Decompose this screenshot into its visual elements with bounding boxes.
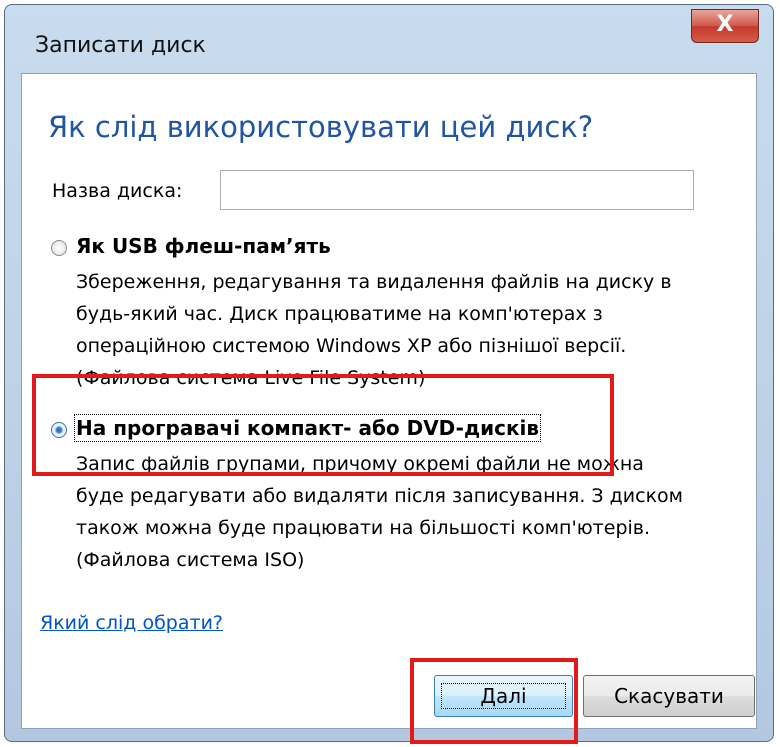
- window-title: Записати диск: [35, 33, 206, 58]
- usb-flash-radio[interactable]: [51, 240, 67, 256]
- usb-flash-option-title[interactable]: Як USB флеш-пам’ять: [76, 234, 331, 258]
- close-button[interactable]: X: [691, 9, 759, 43]
- disc-name-label: Назва диска:: [52, 180, 183, 202]
- burn-disc-dialog: Записати диск X Як слід використовувати …: [4, 4, 774, 742]
- next-button-highlight-frame: [410, 658, 578, 744]
- cancel-button[interactable]: Скасувати: [583, 675, 755, 717]
- disc-name-field[interactable]: [220, 170, 694, 210]
- option-highlight-frame: [32, 374, 614, 476]
- which-to-choose-link[interactable]: Який слід обрати?: [40, 612, 223, 634]
- page-title: Як слід використовувати цей диск?: [48, 110, 594, 144]
- close-icon: X: [716, 12, 734, 37]
- title-bar: Записати диск X: [5, 5, 773, 81]
